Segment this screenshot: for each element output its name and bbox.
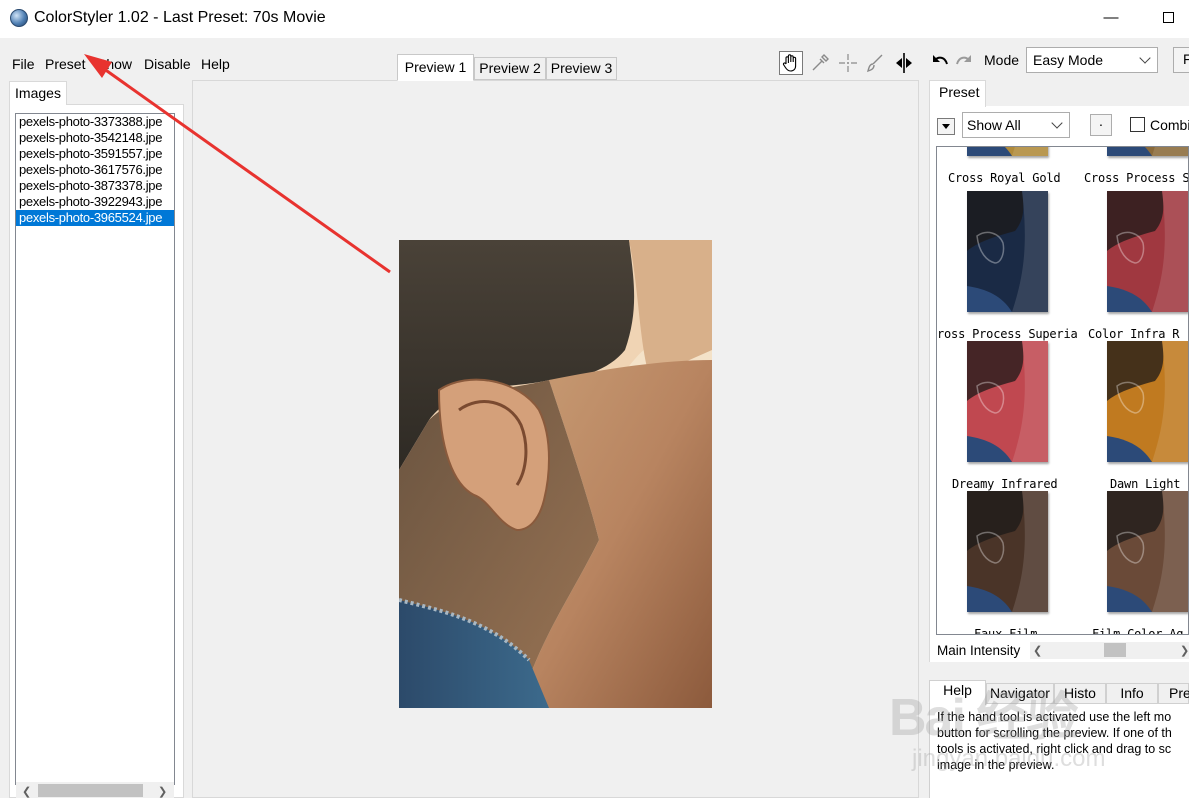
tab-preview-2[interactable]: Preview 2: [474, 57, 546, 80]
tab-preset[interactable]: Preset: [929, 80, 986, 107]
image-file-item[interactable]: pexels-photo-3542148.jpe: [16, 130, 174, 146]
hand-icon[interactable]: [779, 51, 803, 75]
preset-thumbnail[interactable]: [1107, 191, 1188, 312]
slider-left-arrow-icon[interactable]: ❮: [1033, 644, 1042, 657]
scroll-right-arrow-icon[interactable]: ❯: [158, 785, 167, 798]
undo-icon[interactable]: [931, 52, 949, 70]
combine-label: Combi: [1150, 117, 1189, 133]
menu-preset[interactable]: Preset: [45, 56, 85, 72]
preset-thumbnail[interactable]: [967, 341, 1048, 462]
panel-edge-button[interactable]: F: [1173, 47, 1189, 73]
menu-help[interactable]: Help: [201, 56, 230, 72]
scroll-left-arrow-icon[interactable]: ❮: [22, 785, 31, 798]
preset-thumbnail[interactable]: [967, 191, 1048, 312]
image-file-item[interactable]: pexels-photo-3965524.jpe: [16, 210, 174, 226]
main-intensity-label: Main Intensity: [937, 643, 1021, 658]
preset-thumbnail[interactable]: [967, 147, 1048, 156]
tab-pre[interactable]: Pre: [1158, 683, 1189, 704]
preset-label: Cross Process Sc: [1084, 171, 1189, 185]
preset-filter-value: Show All: [967, 117, 1021, 133]
crosshair-icon[interactable]: [836, 51, 860, 75]
preset-thumbnail[interactable]: [967, 491, 1048, 612]
tab-images[interactable]: Images: [9, 81, 67, 105]
image-file-item[interactable]: pexels-photo-3591557.jpe: [16, 146, 174, 162]
tab-preview-1[interactable]: Preview 1: [397, 54, 474, 81]
preset-label: Faux Film: [974, 627, 1038, 635]
maximize-button[interactable]: [1158, 9, 1180, 27]
preset-thumbnail[interactable]: [1107, 341, 1188, 462]
window-title: ColorStyler 1.02 - Last Preset: 70s Movi…: [34, 9, 326, 26]
preset-thumbnail[interactable]: [1107, 491, 1188, 612]
watermark-logo: Bai 经验: [889, 689, 1078, 747]
preset-options-button[interactable]: ·: [1090, 114, 1112, 136]
image-file-item[interactable]: pexels-photo-3922943.jpe: [16, 194, 174, 210]
combine-checkbox[interactable]: [1130, 117, 1145, 132]
tab-preview-3[interactable]: Preview 3: [546, 57, 617, 80]
maximize-icon: [1163, 12, 1174, 23]
preset-filter-select[interactable]: Show All: [962, 112, 1070, 138]
minimize-button[interactable]: —: [1100, 9, 1122, 27]
preset-label: ross Process Superia: [937, 327, 1078, 341]
image-file-item[interactable]: pexels-photo-3617576.jpe: [16, 162, 174, 178]
main-intensity-slider-thumb[interactable]: [1103, 643, 1126, 657]
tab-info[interactable]: Info: [1106, 683, 1158, 704]
menu-file[interactable]: File: [12, 56, 35, 72]
image-file-item[interactable]: pexels-photo-3373388.jpe: [16, 114, 174, 130]
scrollbar-thumb[interactable]: [38, 784, 143, 797]
chevron-down-icon: [1139, 52, 1151, 64]
preset-label: Color Infra R: [1088, 327, 1180, 341]
menu-disable[interactable]: Disable: [144, 56, 191, 72]
preset-label: Film Color Ag: [1092, 627, 1184, 635]
preset-thumbnail[interactable]: [1107, 147, 1188, 156]
mode-select[interactable]: Easy Mode: [1026, 47, 1158, 73]
image-file-list[interactable]: pexels-photo-3373388.jpe pexels-photo-354…: [15, 113, 175, 785]
redo-icon[interactable]: [955, 52, 973, 70]
preset-menu-dropdown-button[interactable]: [937, 118, 955, 135]
mode-label: Mode: [984, 52, 1020, 68]
preview-photo[interactable]: [399, 240, 712, 708]
split-view-icon[interactable]: [892, 51, 916, 75]
mode-select-value: Easy Mode: [1033, 52, 1104, 68]
preset-label: Dawn Light: [1110, 477, 1181, 491]
slider-right-arrow-icon[interactable]: ❯: [1180, 644, 1189, 657]
eyedropper-icon[interactable]: [808, 51, 832, 75]
app-logo-icon: [10, 9, 28, 27]
preset-label: Cross Royal Gold: [948, 171, 1061, 185]
chevron-down-icon: [1051, 117, 1063, 129]
dropdown-arrow-icon: [942, 124, 950, 129]
brush-icon[interactable]: [863, 51, 887, 75]
image-file-item[interactable]: pexels-photo-3873378.jpe: [16, 178, 174, 194]
panel-edge-button-label: F: [1183, 51, 1189, 67]
menu-show[interactable]: Show: [97, 56, 132, 72]
preset-thumbnail-grid[interactable]: Cross Royal Gold Cross Process Sc ross Pro…: [936, 146, 1189, 635]
preset-label: Dreamy Infrared: [952, 477, 1058, 491]
watermark-url: jingyan.baidu.com: [912, 745, 1106, 772]
